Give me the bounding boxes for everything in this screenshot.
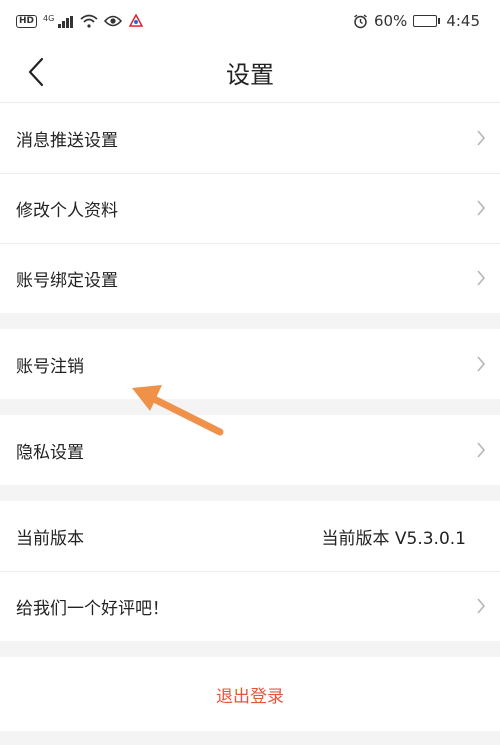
row-rate-us[interactable]: 给我们一个好评吧！ (0, 571, 500, 641)
row-label: 账号绑定设置 (16, 270, 118, 291)
settings-group-4: 当前版本 当前版本 V5.3.0.1 给我们一个好评吧！ (0, 501, 500, 641)
section-gap (0, 399, 500, 415)
chevron-right-icon (476, 269, 486, 287)
chevron-left-icon (28, 57, 44, 87)
chevron-right-icon (476, 441, 486, 459)
row-label: 账号注销 (16, 356, 84, 377)
back-button[interactable] (18, 54, 54, 90)
chevron-right-icon (476, 597, 486, 615)
header: 设置 (0, 42, 500, 103)
chevron-right-icon (476, 129, 486, 147)
row-privacy[interactable]: 隐私设置 (0, 415, 500, 485)
settings-group-3: 隐私设置 (0, 415, 500, 485)
row-label: 隐私设置 (16, 442, 84, 463)
section-gap (0, 485, 500, 501)
settings-group-2: 账号注销 (0, 329, 500, 399)
version-value: 当前版本 V5.3.0.1 (321, 528, 466, 549)
row-label: 消息推送设置 (16, 130, 118, 151)
section-gap (0, 313, 500, 329)
hd-icon: HD (16, 14, 38, 28)
section-gap (0, 641, 500, 657)
row-label: 修改个人资料 (16, 200, 118, 221)
row-edit-profile[interactable]: 修改个人资料 (0, 173, 500, 243)
app-notification-icon (128, 14, 144, 27)
chevron-right-icon (476, 355, 486, 373)
logout-button[interactable]: 退出登录 (0, 657, 500, 731)
network-indicator: 4G (43, 14, 74, 28)
row-current-version: 当前版本 当前版本 V5.3.0.1 (0, 501, 500, 571)
status-bar: HD 4G 60% 4:45 (0, 0, 500, 42)
status-time: 4:45 (446, 12, 480, 30)
logout-label: 退出登录 (216, 686, 284, 707)
alarm-icon (354, 13, 367, 28)
network-type: 4G (43, 14, 55, 23)
row-account-cancel[interactable]: 账号注销 (0, 329, 500, 399)
row-label: 当前版本 (16, 528, 84, 549)
row-label: 给我们一个好评吧！ (16, 598, 169, 619)
battery-icon (413, 15, 441, 27)
settings-group-1: 消息推送设置 修改个人资料 账号绑定设置 (0, 103, 500, 313)
signal-icon (58, 15, 74, 28)
chevron-right-icon (476, 199, 486, 217)
battery-percent: 60% (373, 12, 408, 30)
row-push-settings[interactable]: 消息推送设置 (0, 103, 500, 173)
eye-icon (104, 15, 123, 27)
status-right: 60% 4:45 (353, 12, 480, 30)
status-left: HD 4G (16, 14, 144, 28)
wifi-icon (80, 14, 98, 28)
page-title: 设置 (226, 60, 274, 89)
row-account-binding[interactable]: 账号绑定设置 (0, 243, 500, 313)
